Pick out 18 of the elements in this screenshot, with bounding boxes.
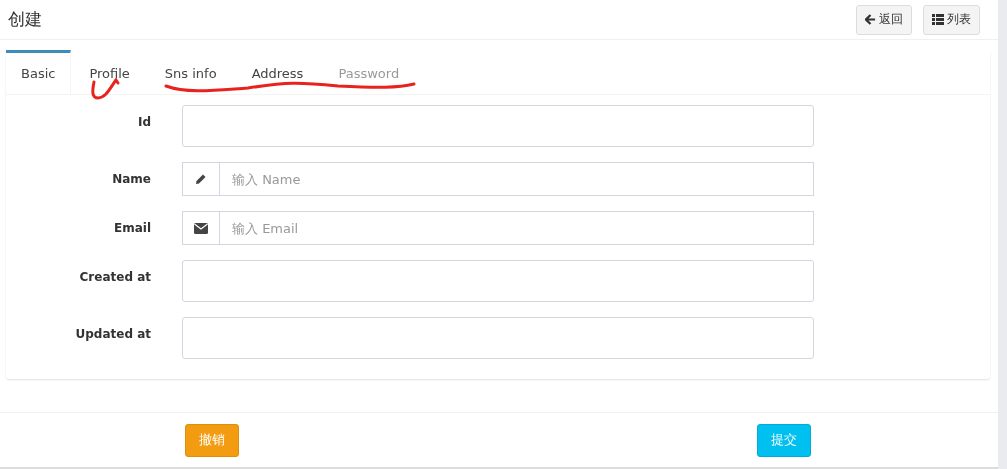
page-title: 创建 [8, 8, 42, 31]
pencil-icon [195, 173, 207, 185]
tab[interactable]: Profile [73, 50, 147, 94]
field-label: Updated at [74, 326, 151, 341]
field-label: Id [136, 114, 151, 129]
field-label: Created at [78, 269, 151, 284]
back-button[interactable]: 返回 [856, 4, 912, 35]
field-label: Email [112, 220, 151, 235]
list-button[interactable]: 列表 [923, 4, 980, 35]
scrollbar[interactable] [998, 0, 1007, 469]
arrow-left-icon [865, 14, 876, 25]
envelope-icon [194, 222, 208, 234]
list-icon [932, 14, 944, 25]
field-label: Name [111, 171, 151, 186]
checkmark-scribble [91, 78, 120, 100]
tab[interactable]: Basic [6, 50, 72, 94]
tab[interactable]: Sns info [148, 50, 234, 94]
tab[interactable]: Address [235, 50, 321, 94]
